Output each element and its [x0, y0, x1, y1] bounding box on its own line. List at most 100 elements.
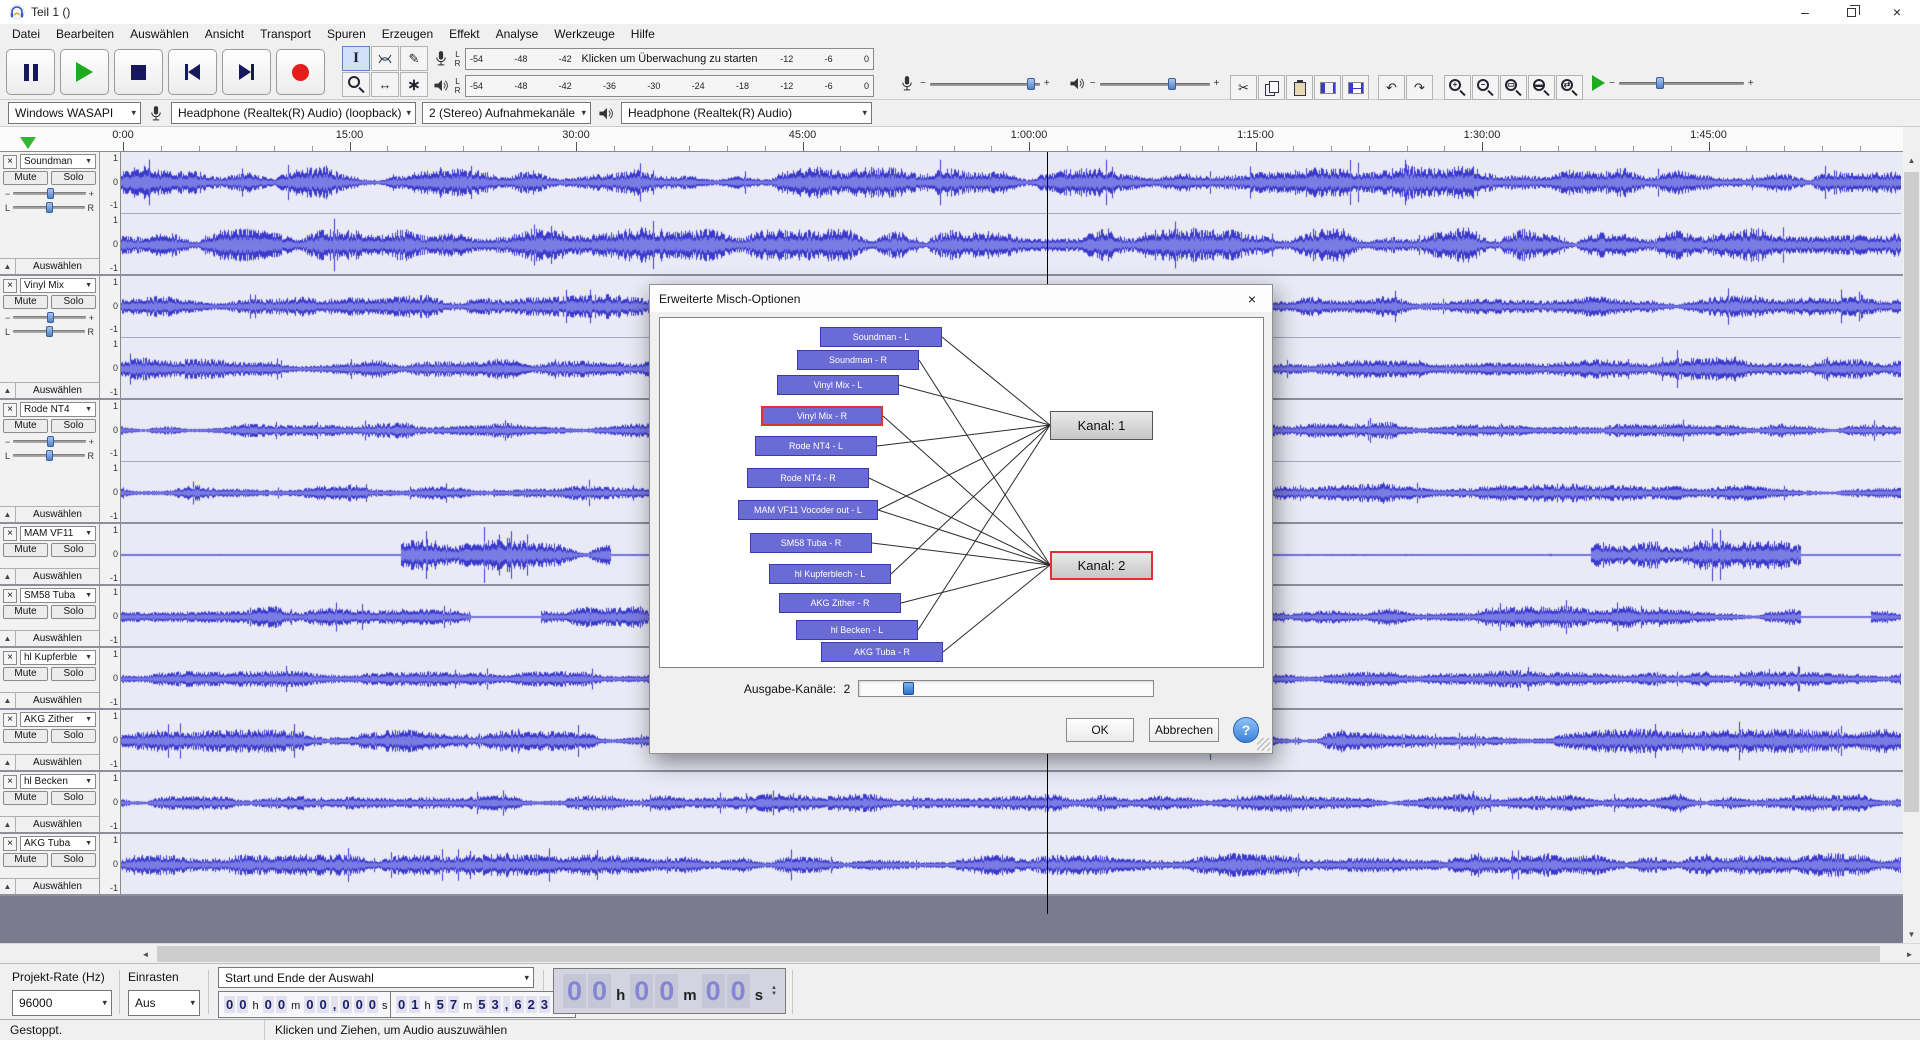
recording-device-select[interactable]: Headphone (Realtek(R) Audio) (loopback) …: [171, 102, 416, 124]
gain-slider[interactable]: [13, 192, 85, 195]
recording-meter[interactable]: LR -54-48-42-36-30-24-18-12-60 Klicken u…: [432, 45, 874, 72]
audio-host-select[interactable]: Windows WASAPI ▾: [8, 102, 141, 124]
recording-volume-thumb[interactable]: [1027, 78, 1035, 90]
track-select-button[interactable]: Auswählen: [16, 693, 99, 708]
track-close-button[interactable]: ×: [3, 589, 17, 603]
waveform-area[interactable]: [121, 772, 1903, 832]
solo-button[interactable]: Solo: [51, 791, 96, 805]
mute-button[interactable]: Mute: [3, 543, 48, 557]
collapse-button[interactable]: ▲: [0, 569, 16, 584]
mixer-source-soundman-l[interactable]: Soundman - L: [820, 327, 942, 347]
gain-slider[interactable]: [13, 440, 85, 443]
collapse-button[interactable]: ▲: [0, 879, 16, 894]
mixer-source-akg-zither-r[interactable]: AKG Zither - R: [779, 593, 901, 613]
solo-button[interactable]: Solo: [51, 605, 96, 619]
zoom-in-button[interactable]: +: [1444, 75, 1471, 100]
play-at-speed-icon[interactable]: [1592, 75, 1605, 91]
track-select-button[interactable]: Auswählen: [16, 879, 99, 894]
selection-range-mode-select[interactable]: Start und Ende der Auswahl ▾: [218, 967, 534, 988]
gain-slider[interactable]: [13, 316, 85, 319]
track-select-button[interactable]: Auswählen: [16, 631, 99, 646]
track-close-button[interactable]: ×: [3, 775, 17, 789]
mixer-source-hl-kupferblech-l[interactable]: hl Kupferblech - L: [769, 564, 891, 584]
track-name-button[interactable]: MAM VF11▼: [20, 526, 96, 541]
pan-slider[interactable]: [13, 454, 84, 457]
pause-button[interactable]: [6, 49, 55, 95]
gain-slider-thumb[interactable]: [47, 436, 54, 447]
mute-button[interactable]: Mute: [3, 729, 48, 743]
menu-hilfe[interactable]: Hilfe: [623, 25, 663, 43]
track-close-button[interactable]: ×: [3, 651, 17, 665]
cut-button[interactable]: ✂: [1230, 75, 1257, 100]
track-close-button[interactable]: ×: [3, 403, 17, 417]
silence-audio-button[interactable]: [1342, 75, 1369, 100]
menu-effekt[interactable]: Effekt: [441, 25, 487, 43]
mixer-source-akg-tuba-r[interactable]: AKG Tuba - R: [821, 642, 943, 662]
trim-audio-button[interactable]: [1314, 75, 1341, 100]
help-button[interactable]: ?: [1233, 717, 1259, 743]
collapse-button[interactable]: ▲: [0, 631, 16, 646]
menu-erzeugen[interactable]: Erzeugen: [374, 25, 441, 43]
pan-slider[interactable]: [13, 206, 84, 209]
collapse-button[interactable]: ▲: [0, 693, 16, 708]
selection-start-field[interactable]: 00h00m00,000s ▲▼: [218, 991, 404, 1018]
play-speed-slider[interactable]: [1619, 76, 1744, 90]
track-select-button[interactable]: Auswählen: [16, 817, 99, 832]
close-button[interactable]: ×: [1874, 0, 1920, 24]
track-name-button[interactable]: hl Becken▼: [20, 774, 96, 789]
horizontal-scrollbar[interactable]: ◄ ►: [0, 943, 1920, 963]
mixer-source-hl-becken-l[interactable]: hl Becken - L: [796, 620, 918, 640]
solo-button[interactable]: Solo: [51, 171, 96, 185]
mute-button[interactable]: Mute: [3, 853, 48, 867]
solo-button[interactable]: Solo: [51, 729, 96, 743]
pan-slider-thumb[interactable]: [46, 202, 53, 213]
mixer-source-sm58-tuba-r[interactable]: SM58 Tuba - R: [750, 533, 872, 553]
playback-volume-thumb[interactable]: [1168, 78, 1176, 90]
collapse-button[interactable]: ▲: [0, 383, 16, 398]
track-close-button[interactable]: ×: [3, 527, 17, 541]
timeline-pin-icon[interactable]: [20, 137, 36, 149]
track-select-button[interactable]: Auswählen: [16, 507, 99, 522]
pan-slider-thumb[interactable]: [46, 326, 53, 337]
menu-auswahlen[interactable]: Auswählen: [122, 25, 197, 43]
track-select-button[interactable]: Auswählen: [16, 755, 99, 770]
menu-spuren[interactable]: Spuren: [319, 25, 374, 43]
track-name-button[interactable]: Soundman▼: [20, 154, 96, 169]
play-button[interactable]: [60, 49, 109, 95]
restore-button[interactable]: [1828, 0, 1874, 24]
collapse-button[interactable]: ▲: [0, 817, 16, 832]
project-rate-select[interactable]: 96000 ▾: [12, 990, 112, 1016]
copy-button[interactable]: [1258, 75, 1285, 100]
mixer-channel-2[interactable]: Kanal: 2: [1050, 551, 1153, 580]
selection-tool-button[interactable]: I: [342, 46, 370, 71]
playback-device-select[interactable]: Headphone (Realtek(R) Audio) ▾: [621, 102, 872, 124]
mute-button[interactable]: Mute: [3, 791, 48, 805]
timeline-ruler[interactable]: 0:0015:0030:0045:001:00:001:15:001:30:00…: [0, 127, 1903, 152]
mixer-source-rode-nt4-r[interactable]: Rode NT4 - R: [747, 468, 869, 488]
track-close-button[interactable]: ×: [3, 713, 17, 727]
pan-slider[interactable]: [13, 330, 84, 333]
output-channels-slider-thumb[interactable]: [903, 682, 914, 695]
mixer-source-rode-nt4-l[interactable]: Rode NT4 - L: [755, 436, 877, 456]
output-channels-slider[interactable]: [858, 680, 1154, 697]
track-name-button[interactable]: Rode NT4▼: [20, 402, 96, 417]
track-select-button[interactable]: Auswählen: [16, 569, 99, 584]
undo-button[interactable]: ↶: [1378, 75, 1405, 100]
collapse-button[interactable]: ▲: [0, 259, 16, 274]
mixer-source-vinyl-mix-l[interactable]: Vinyl Mix - L: [777, 375, 899, 395]
recording-meter-bar[interactable]: -54-48-42-36-30-24-18-12-60 Klicken um Ü…: [465, 48, 874, 70]
waveform-area[interactable]: [121, 152, 1903, 274]
draw-tool-button[interactable]: ✎: [400, 46, 428, 71]
mixer-channel-1[interactable]: Kanal: 1: [1050, 411, 1153, 440]
menu-werkzeuge[interactable]: Werkzeuge: [546, 25, 622, 43]
playback-meter-bar[interactable]: -54-48-42-36-30-24-18-12-60: [465, 75, 874, 97]
recording-channels-select[interactable]: 2 (Stereo) Aufnahmekanäle ▾: [422, 102, 591, 124]
spinner-icon[interactable]: ▲▼: [771, 985, 777, 997]
solo-button[interactable]: Solo: [51, 295, 96, 309]
audio-position-display[interactable]: 00h00m00s ▲▼: [553, 968, 786, 1014]
pan-slider-thumb[interactable]: [46, 450, 53, 461]
zoom-fit-button[interactable]: ▬: [1528, 75, 1555, 100]
skip-to-end-button[interactable]: [222, 49, 271, 95]
track-name-button[interactable]: SM58 Tuba▼: [20, 588, 96, 603]
track-select-button[interactable]: Auswählen: [16, 259, 99, 274]
